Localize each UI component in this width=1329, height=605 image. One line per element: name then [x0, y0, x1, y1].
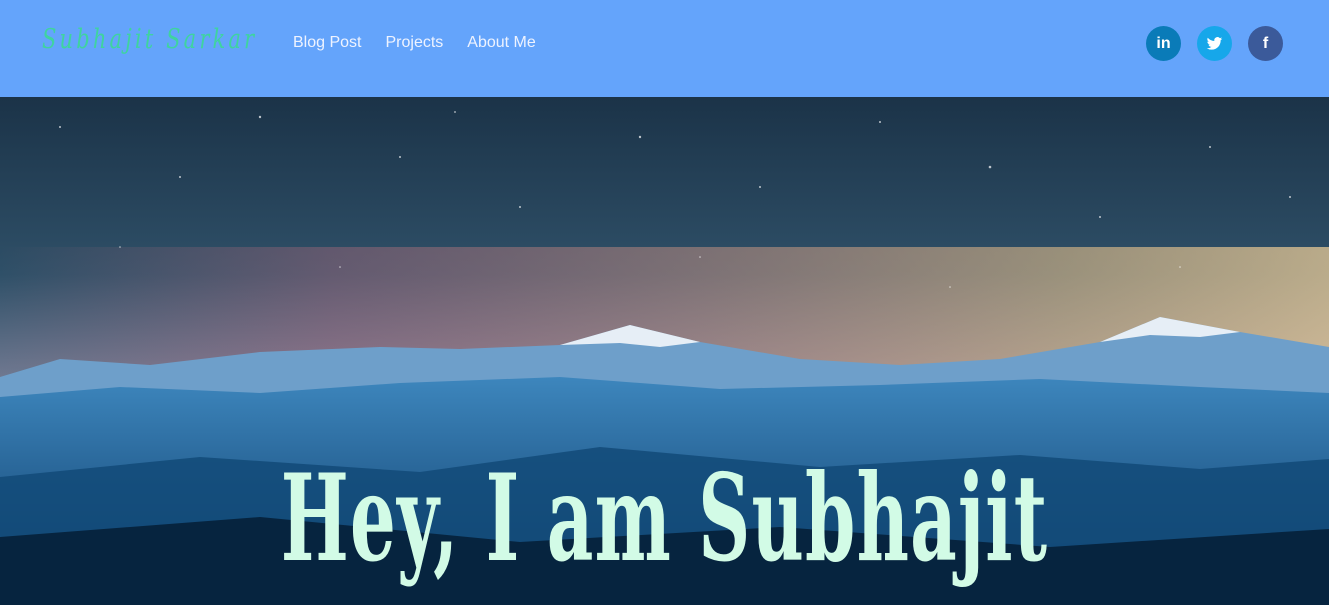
twitter-icon[interactable] — [1197, 26, 1232, 61]
hero-banner: Hey, I am Subhajit — [0, 97, 1329, 605]
nav-link-projects[interactable]: Projects — [385, 34, 443, 52]
twitter-bird-icon — [1206, 37, 1223, 50]
linkedin-icon[interactable]: in — [1146, 26, 1181, 61]
nav-links: Blog Post Projects About Me — [293, 34, 536, 52]
nav-link-blog-post[interactable]: Blog Post — [293, 34, 361, 52]
brand-logo[interactable]: Subhajit Sarkar — [42, 24, 257, 55]
nav-link-about-me[interactable]: About Me — [467, 34, 535, 52]
hero-title: Hey, I am Subhajit — [280, 448, 1049, 590]
social-links: in f — [1146, 26, 1283, 61]
facebook-icon[interactable]: f — [1248, 26, 1283, 61]
navbar: Subhajit Sarkar Blog Post Projects About… — [0, 0, 1329, 97]
